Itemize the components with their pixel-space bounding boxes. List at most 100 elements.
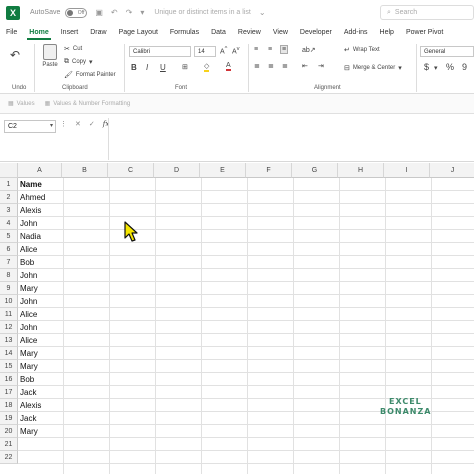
- decrease-indent-icon[interactable]: ⇤: [302, 62, 308, 70]
- row-header-22[interactable]: 22: [0, 451, 18, 464]
- tab-view[interactable]: View: [267, 25, 294, 40]
- row-header-19[interactable]: 19: [0, 412, 18, 425]
- row-header-8[interactable]: 8: [0, 269, 18, 282]
- column-header-g[interactable]: G: [292, 163, 338, 178]
- tab-review[interactable]: Review: [232, 25, 267, 40]
- fill-color-icon[interactable]: ◇: [204, 62, 210, 72]
- title-dropdown-icon[interactable]: ⌄: [259, 8, 266, 17]
- name-cell[interactable]: Mary: [20, 347, 38, 360]
- tab-help[interactable]: Help: [374, 25, 400, 40]
- name-cell[interactable]: John: [20, 295, 37, 308]
- align-right-icon[interactable]: ≣: [282, 62, 288, 70]
- number-format-select[interactable]: General: [420, 46, 474, 57]
- chevron-down-icon[interactable]: ▾: [50, 121, 53, 132]
- tab-data[interactable]: Data: [205, 25, 232, 40]
- row-header-17[interactable]: 17: [0, 386, 18, 399]
- borders-icon[interactable]: ⊞: [182, 63, 188, 71]
- redo-icon[interactable]: ↷: [126, 8, 133, 17]
- comma-style-button[interactable]: 9: [462, 62, 467, 72]
- name-cell[interactable]: Alice: [20, 308, 37, 321]
- tab-page-layout[interactable]: Page Layout: [113, 25, 164, 40]
- tab-draw[interactable]: Draw: [84, 25, 112, 40]
- save-icon[interactable]: ▣: [95, 8, 103, 17]
- row-header-9[interactable]: 9: [0, 282, 18, 295]
- name-cell[interactable]: Mary: [20, 425, 38, 438]
- row-header-2[interactable]: 2: [0, 191, 18, 204]
- tab-home[interactable]: Home: [23, 25, 54, 40]
- customize-toolbar-icon[interactable]: ▾: [140, 8, 144, 17]
- row-header-1[interactable]: 1: [0, 178, 18, 191]
- row-header-21[interactable]: 21: [0, 438, 18, 451]
- header-cell-name[interactable]: Name: [20, 178, 42, 191]
- font-color-icon[interactable]: A: [226, 62, 231, 71]
- wrap-text-button[interactable]: ↵ Wrap Text: [344, 46, 380, 54]
- bold-button[interactable]: B: [131, 63, 137, 72]
- row-header-12[interactable]: 12: [0, 321, 18, 334]
- values-number-formatting-button[interactable]: Values & Number Formatting: [53, 101, 130, 107]
- orientation-icon[interactable]: ab↗: [302, 46, 316, 54]
- currency-button[interactable]: $: [424, 62, 429, 72]
- column-header-b[interactable]: B: [62, 163, 108, 178]
- name-cell[interactable]: Mary: [20, 282, 38, 295]
- cut-button[interactable]: ✂ Cut: [64, 45, 82, 53]
- row-header-6[interactable]: 6: [0, 243, 18, 256]
- tab-developer[interactable]: Developer: [294, 25, 338, 40]
- align-top-icon[interactable]: ≡: [254, 46, 258, 53]
- row-header-11[interactable]: 11: [0, 308, 18, 321]
- paste-button[interactable]: Paste: [40, 44, 60, 68]
- row-header-7[interactable]: 7: [0, 256, 18, 269]
- select-all-button[interactable]: [0, 163, 18, 178]
- align-middle-icon[interactable]: ≡: [268, 46, 272, 53]
- name-cell[interactable]: John: [20, 269, 37, 282]
- row-header-18[interactable]: 18: [0, 399, 18, 412]
- name-cell[interactable]: Ahmed: [20, 191, 45, 204]
- tab-file[interactable]: File: [0, 25, 23, 40]
- column-header-i[interactable]: I: [384, 163, 430, 178]
- column-header-c[interactable]: C: [108, 163, 154, 178]
- shrink-font-icon[interactable]: Av: [232, 46, 240, 55]
- name-cell[interactable]: John: [20, 321, 37, 334]
- tab-power-pivot[interactable]: Power Pivot: [400, 25, 449, 40]
- formula-input[interactable]: [108, 118, 474, 160]
- format-painter-button[interactable]: 🖌 Format Painter: [64, 71, 116, 79]
- tab-add-ins[interactable]: Add-ins: [338, 25, 374, 40]
- italic-button[interactable]: I: [146, 63, 148, 72]
- column-header-d[interactable]: D: [154, 163, 200, 178]
- name-cell[interactable]: John: [20, 217, 37, 230]
- row-header-10[interactable]: 10: [0, 295, 18, 308]
- name-cell[interactable]: Alexis: [20, 399, 41, 412]
- row-header-16[interactable]: 16: [0, 373, 18, 386]
- undo-button[interactable]: ↶: [10, 48, 20, 62]
- tab-insert[interactable]: Insert: [55, 25, 85, 40]
- search-input[interactable]: ⌕ Search: [380, 5, 474, 20]
- align-left-icon[interactable]: ≣: [254, 62, 260, 70]
- row-header-4[interactable]: 4: [0, 217, 18, 230]
- name-cell[interactable]: Alice: [20, 243, 37, 256]
- column-header-f[interactable]: F: [246, 163, 292, 178]
- name-cell[interactable]: Bob: [20, 256, 34, 269]
- grow-font-icon[interactable]: A^: [220, 46, 227, 55]
- row-header-3[interactable]: 3: [0, 204, 18, 217]
- row-header-15[interactable]: 15: [0, 360, 18, 373]
- column-header-h[interactable]: H: [338, 163, 384, 178]
- row-header-20[interactable]: 20: [0, 425, 18, 438]
- row-header-14[interactable]: 14: [0, 347, 18, 360]
- undo-icon[interactable]: ↶: [111, 8, 118, 17]
- column-header-a[interactable]: A: [18, 163, 62, 178]
- align-center-icon[interactable]: ≣: [268, 62, 274, 70]
- percent-button[interactable]: %: [446, 62, 454, 72]
- copy-button[interactable]: ⧉ Copy ▾: [64, 58, 93, 66]
- underline-button[interactable]: U: [160, 63, 166, 72]
- font-size-select[interactable]: 14: [194, 46, 216, 57]
- name-box[interactable]: C2 ▾: [4, 120, 56, 133]
- font-name-select[interactable]: Calibri: [129, 46, 191, 57]
- name-cell[interactable]: Jack: [20, 412, 36, 425]
- name-cell[interactable]: Alexis: [20, 204, 41, 217]
- name-cell[interactable]: Bob: [20, 373, 34, 386]
- name-cell[interactable]: Alice: [20, 334, 37, 347]
- name-cell[interactable]: Nadia: [20, 230, 41, 243]
- row-header-5[interactable]: 5: [0, 230, 18, 243]
- name-cell[interactable]: Jack: [20, 386, 36, 399]
- merge-center-button[interactable]: ⊟ Merge & Center ▾: [344, 64, 402, 72]
- enter-icon[interactable]: ✓: [89, 120, 95, 128]
